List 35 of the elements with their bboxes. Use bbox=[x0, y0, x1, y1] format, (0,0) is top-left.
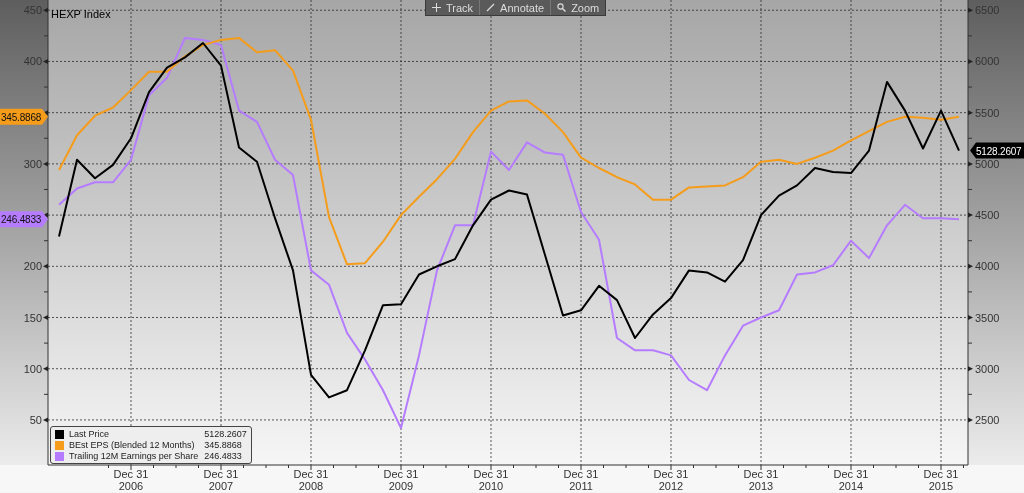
axis-label: 400 bbox=[23, 55, 42, 68]
axis-label: Dec 31 2015 bbox=[923, 468, 959, 492]
legend-value: 345.8868 bbox=[203, 440, 243, 450]
axis-label: 100 bbox=[23, 362, 42, 375]
legend-value: 5128.2607 bbox=[203, 429, 247, 439]
axis-label: Dec 31 2009 bbox=[383, 468, 419, 492]
axis-label: 50 bbox=[29, 413, 42, 426]
axis-label: Dec 31 2007 bbox=[203, 468, 239, 492]
axis-label: 6000 bbox=[975, 55, 1000, 68]
crosshair-icon bbox=[432, 3, 441, 12]
axis-label: 2500 bbox=[975, 413, 1000, 426]
legend-value: 246.4833 bbox=[203, 451, 243, 461]
axis-label: 3000 bbox=[975, 362, 1000, 375]
value-tag: 246.4833 bbox=[0, 211, 48, 228]
pencil-icon bbox=[486, 3, 496, 12]
legend-label: Trailing 12M Earnings per Share bbox=[69, 451, 199, 461]
axis-label: Dec 31 2013 bbox=[743, 468, 779, 492]
axis-label: Dec 31 2008 bbox=[293, 468, 329, 492]
axis-label: 150 bbox=[23, 311, 42, 324]
legend-label: Last Price bbox=[69, 429, 111, 439]
axis-label: 300 bbox=[23, 157, 42, 170]
axis-label: 5500 bbox=[975, 106, 1000, 119]
chart-title: HEXP Index bbox=[51, 8, 111, 20]
axis-label: 4500 bbox=[975, 209, 1000, 222]
axis-label: Dec 31 2014 bbox=[833, 468, 869, 492]
search-icon bbox=[557, 3, 567, 12]
axis-label: Dec 31 2010 bbox=[473, 468, 509, 492]
axis-label: 5000 bbox=[975, 157, 1000, 170]
legend-label: BEst EPS (Blended 12 Months) bbox=[69, 440, 196, 450]
axis-label: 3500 bbox=[975, 311, 1000, 324]
axis-label: 4000 bbox=[975, 260, 1000, 273]
axis-label: 200 bbox=[23, 260, 42, 273]
axis-label: Dec 31 2012 bbox=[653, 468, 689, 492]
axis-label: Dec 31 2006 bbox=[113, 468, 149, 492]
axis-label: Dec 31 2011 bbox=[563, 468, 599, 492]
